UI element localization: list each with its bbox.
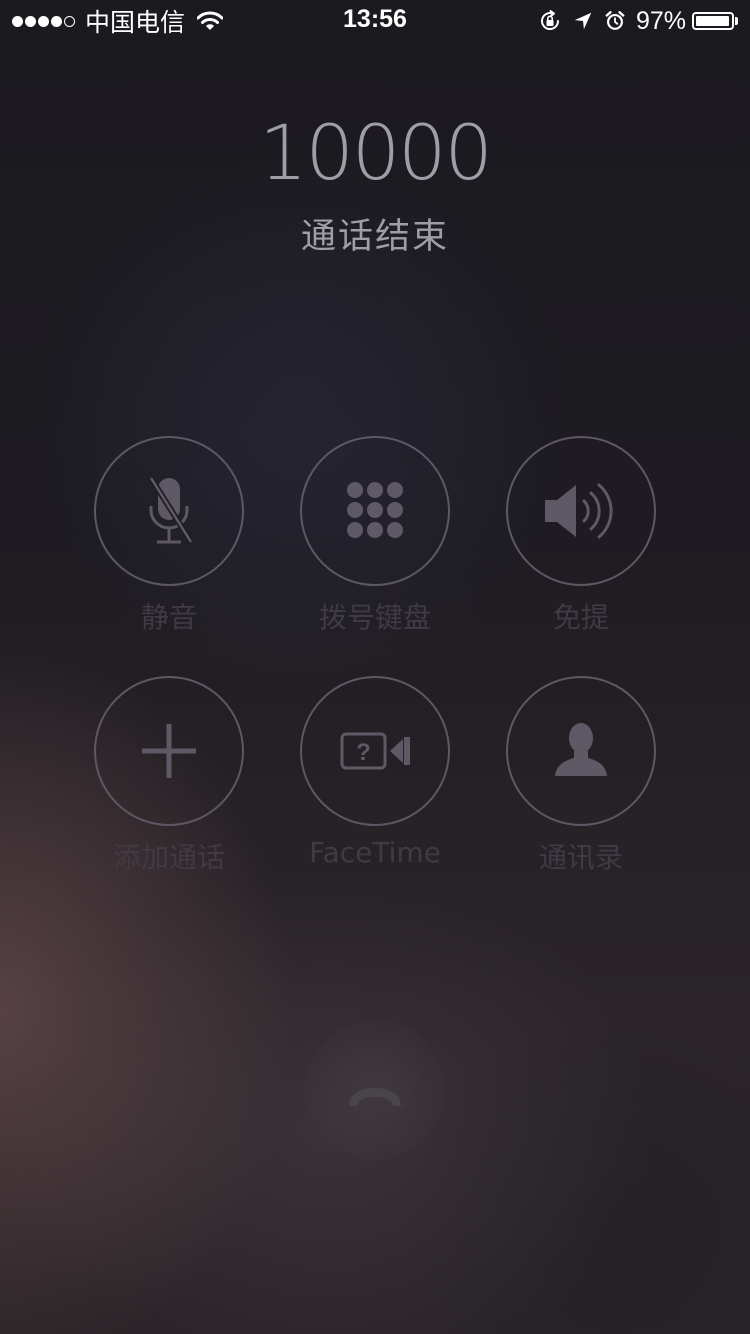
location-arrow-icon — [574, 12, 592, 30]
mute-button[interactable]: 静音 — [94, 436, 244, 634]
battery-percentage: 97% — [635, 6, 686, 35]
speaker-button[interactable]: 免提 — [506, 436, 656, 634]
speaker-button-ring[interactable] — [506, 436, 656, 586]
contacts-button-ring[interactable] — [506, 676, 656, 826]
call-status: 通话结束 — [300, 217, 449, 257]
facetime-unavailable-icon: ? — [340, 732, 410, 770]
facetime-label: FaceTime — [309, 836, 441, 869]
svg-text:?: ? — [356, 739, 371, 766]
keypad-label: 拨号键盘 — [318, 601, 431, 634]
facetime-button[interactable]: ? FaceTime — [300, 676, 450, 869]
speaker-icon — [545, 483, 613, 539]
speaker-label: 免提 — [552, 601, 609, 634]
muted-microphone-icon — [148, 476, 194, 544]
battery-level-fill — [696, 16, 729, 26]
battery-tip — [735, 17, 738, 25]
alarm-icon — [605, 11, 625, 30]
mute-button-ring[interactable] — [94, 436, 244, 586]
keypad-button[interactable]: 拨号键盘 — [300, 436, 450, 634]
battery-icon — [692, 12, 734, 30]
plus-icon — [142, 724, 196, 778]
keypad-button-ring[interactable] — [300, 436, 450, 586]
add-call-button-ring[interactable] — [94, 676, 244, 826]
add-call-button[interactable]: 添加通话 — [94, 676, 244, 874]
end-call-button[interactable] — [305, 1020, 445, 1160]
end-call-phone-icon — [349, 1088, 401, 1106]
caller-number: 10000 — [259, 108, 493, 197]
status-bar: 中国电信 13:56 97% — [0, 0, 750, 40]
orientation-lock-icon — [540, 10, 559, 30]
contacts-button[interactable]: 通讯录 — [506, 676, 656, 874]
keypad-icon — [347, 482, 403, 538]
mute-label: 静音 — [140, 601, 197, 634]
status-bar-right: 97% — [528, 6, 738, 36]
contacts-label: 通讯录 — [538, 841, 623, 874]
add-call-label: 添加通话 — [112, 841, 225, 874]
contact-person-icon — [555, 723, 607, 776]
facetime-button-ring[interactable]: ? — [300, 676, 450, 826]
